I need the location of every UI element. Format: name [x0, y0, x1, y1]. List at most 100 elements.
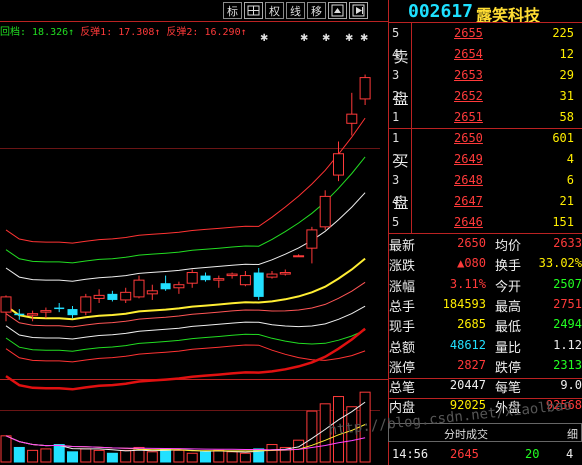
limit-up-value: 2827: [457, 357, 486, 372]
volume-bar: [93, 449, 105, 463]
price: 2648: [454, 173, 483, 187]
candle-body: [160, 283, 171, 290]
price: 2646: [454, 215, 483, 229]
volume-bar: [186, 452, 198, 463]
pct-label: 涨幅: [389, 279, 416, 295]
bid-row[interactable]: 1 2650 601: [388, 129, 582, 149]
candle-body: [40, 310, 52, 313]
kline-chart[interactable]: ✱ ✱ ✱ ✱ ✱: [0, 0, 388, 465]
event-marker: ✱: [360, 33, 368, 44]
volume-bar: [0, 435, 12, 463]
ask-row[interactable]: 1 2651 58: [388, 108, 582, 128]
volume-bar: [120, 449, 132, 463]
candle-body: [27, 313, 39, 316]
bid-row[interactable]: 4 2647 21: [388, 192, 582, 212]
volume-bar: [67, 451, 78, 463]
volume: 31: [559, 89, 574, 103]
price: 2650: [454, 131, 483, 145]
move-button[interactable]: 移: [307, 2, 326, 19]
mark-button[interactable]: 标: [223, 2, 242, 19]
latest-label: 最新: [389, 239, 416, 254]
candle-body: [93, 294, 105, 299]
per-trade-label: 每笔: [495, 381, 522, 397]
candle-body: [173, 284, 185, 289]
open-value: 2507: [553, 276, 582, 291]
volume: 6: [566, 173, 574, 187]
volume-bar: [13, 446, 25, 463]
high-label: 最高: [495, 299, 522, 315]
bid-row[interactable]: 2 2649 4: [388, 150, 582, 170]
volume: 601: [552, 131, 574, 145]
band-lower-4: [5, 344, 366, 363]
ask-row[interactable]: 4 2654 12: [388, 45, 582, 65]
chart-up-icon[interactable]: [328, 2, 347, 19]
change-value: ▲080: [457, 256, 486, 271]
level-number: 4: [392, 194, 400, 208]
tick-flag: 4: [566, 447, 574, 461]
change-label: 涨跌: [389, 259, 416, 275]
price: 2655: [454, 26, 483, 40]
candle-body: [359, 77, 371, 100]
tick-price: 2645: [450, 447, 479, 461]
volume-bar: [40, 448, 52, 463]
candle-body: [333, 153, 344, 176]
amount-value: 48612: [449, 337, 486, 352]
level-number: 2: [392, 152, 400, 166]
candle-body: [67, 309, 78, 316]
candle-body: [186, 272, 198, 284]
volume-bar: [293, 439, 305, 463]
legend-item: 反弹2: 16.290↑: [166, 27, 247, 38]
candle-body: [80, 296, 92, 313]
event-marker: ✱: [322, 33, 330, 44]
price: 2647: [454, 194, 483, 208]
band-lower-2: [5, 305, 366, 340]
ticks-tab[interactable]: 分时成交: [444, 426, 488, 442]
level-number: 3: [392, 173, 400, 187]
vol-ratio-label: 量比: [495, 340, 522, 356]
event-marker: ✱: [345, 33, 353, 44]
level-number: 5: [392, 26, 400, 40]
level-number: 4: [392, 47, 400, 61]
volume: 21: [559, 194, 574, 208]
ask-row[interactable]: 5 2655 225: [388, 24, 582, 44]
candle-body: [226, 273, 238, 277]
ask-row[interactable]: 3 2653 29: [388, 66, 582, 86]
amount-label: 总额: [389, 340, 416, 356]
candle-body: [54, 307, 65, 310]
trades-label: 总笔: [389, 381, 416, 397]
level-number: 1: [392, 131, 400, 145]
candle-body: [266, 273, 278, 278]
volume-bars: [0, 391, 371, 463]
limit-down-value: 2313: [553, 357, 582, 372]
avg-label: 均价: [495, 239, 522, 254]
avg-value: 2633: [553, 236, 582, 250]
volume: 29: [559, 68, 574, 82]
candle-body: [213, 278, 225, 281]
price: 2653: [454, 68, 483, 82]
event-marker: ✱: [260, 33, 268, 44]
legend-item: 反弹1: 17.308↑: [80, 27, 161, 38]
tick-volume: 20: [525, 447, 540, 461]
turnover-label: 换手: [495, 259, 522, 275]
bid-row[interactable]: 5 2646 151: [388, 213, 582, 233]
candle-body: [306, 229, 318, 249]
candle-body: [14, 313, 25, 316]
per-trade-value: 9.0: [560, 378, 582, 393]
rights-button[interactable]: 权: [265, 2, 284, 19]
limit-up-label: 涨停: [389, 360, 416, 376]
open-label: 今开: [495, 279, 522, 295]
volume-bar: [173, 449, 185, 463]
candle-body: [293, 255, 305, 258]
grid-icon[interactable]: [244, 2, 263, 19]
band-lower-1: [5, 281, 366, 328]
level-number: 5: [392, 215, 400, 229]
play-icon[interactable]: [349, 2, 368, 19]
cur-vol-value: 2685: [457, 317, 486, 332]
volume-bar: [200, 451, 211, 463]
level-number: 1: [392, 110, 400, 124]
detail-tab[interactable]: 细: [567, 426, 578, 442]
bid-row[interactable]: 3 2648 6: [388, 171, 582, 191]
line-button[interactable]: 线: [286, 2, 305, 19]
pct-value: 3.11%: [449, 276, 486, 291]
ask-row[interactable]: 2 2652 31: [388, 87, 582, 107]
